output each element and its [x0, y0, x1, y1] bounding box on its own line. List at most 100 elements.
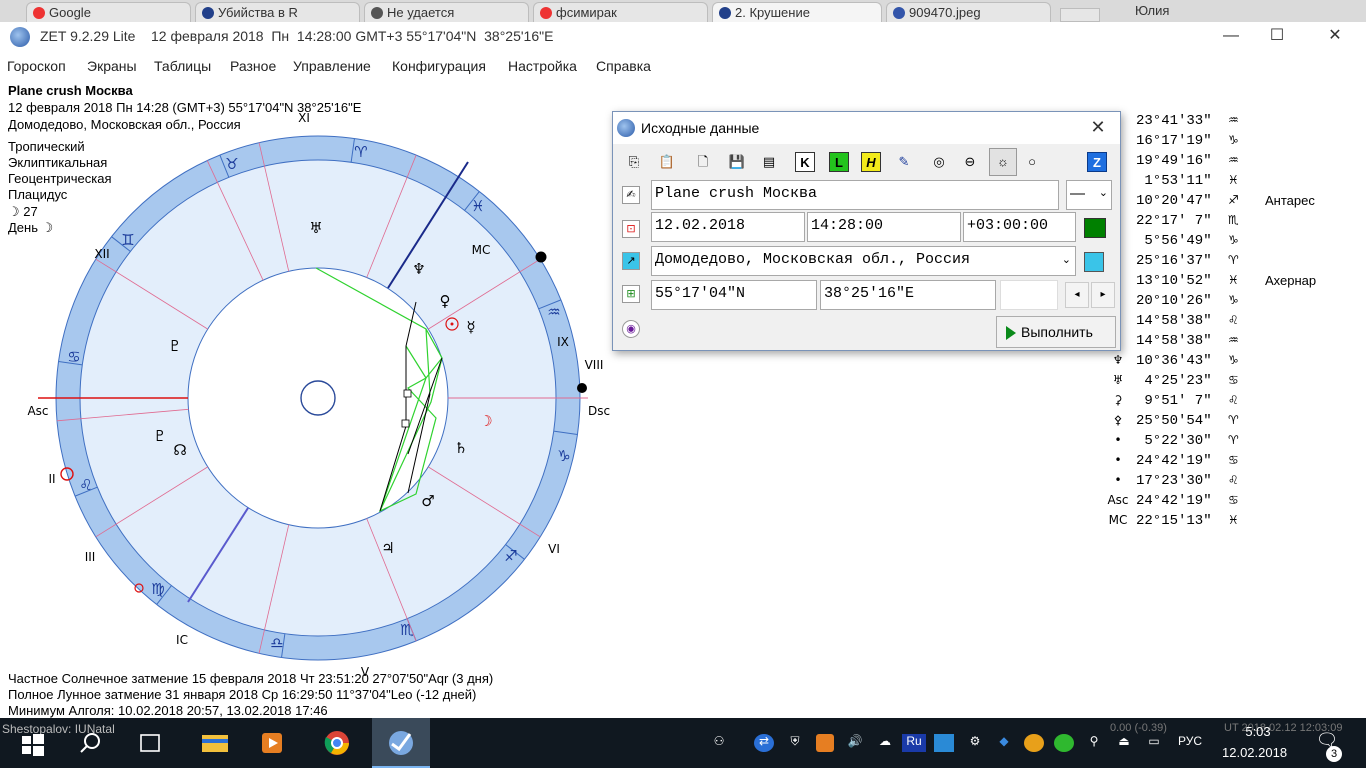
place-select[interactable]: Домодедово, Московская обл., Россия ⌄: [651, 246, 1076, 276]
app-tray-icon[interactable]: [934, 734, 954, 752]
dialog-close-button[interactable]: ✕: [1083, 116, 1113, 140]
maximize-button[interactable]: ☐: [1254, 22, 1300, 52]
planet-sign-icon: ♑: [1228, 293, 1239, 307]
planet-position: 9°51' 7": [1136, 393, 1212, 409]
next-arrow-icon[interactable]: ▸: [1091, 282, 1115, 308]
menu-misc[interactable]: Разное: [230, 58, 276, 74]
tab-favicon-icon: [719, 7, 731, 19]
sun-dot: [450, 322, 454, 326]
browser-tab[interactable]: 2. Крушение: [712, 2, 882, 22]
menu-screens[interactable]: Экраны: [87, 58, 137, 74]
volume-icon[interactable]: 🔊: [845, 734, 865, 752]
time-input[interactable]: 14:28:00: [807, 212, 961, 242]
h-button[interactable]: H: [861, 152, 881, 172]
planet-symbol: ⚴: [1113, 413, 1123, 427]
menu-configuration[interactable]: Конфигурация: [392, 58, 486, 74]
planet-symbol: ♅: [1112, 373, 1124, 387]
ime-indicator[interactable]: Ru: [902, 734, 926, 752]
save-icon[interactable]: 💾: [727, 152, 747, 172]
usb-icon[interactable]: ⏏: [1114, 734, 1134, 752]
k-button[interactable]: K: [795, 152, 815, 172]
browser-tab[interactable]: Не удается: [364, 2, 529, 22]
clock-date[interactable]: 12.02.2018: [1222, 745, 1287, 760]
network-icon[interactable]: ▭: [1144, 734, 1164, 752]
pen-icon[interactable]: ✎: [894, 152, 914, 172]
prev-arrow-icon[interactable]: ◂: [1065, 282, 1089, 308]
source-data-dialog[interactable]: Исходные данные ✕ ⎘ 📋 🗋 💾 ▤ K L H ✎ ◎ ⊖ …: [612, 111, 1121, 351]
clock-time[interactable]: 5:03: [1228, 724, 1288, 739]
planet-position: 16°17'19": [1136, 133, 1212, 149]
latitude-input[interactable]: 55°17'04"N: [651, 280, 817, 310]
timezone-input[interactable]: +03:00:00: [963, 212, 1076, 242]
planet-position: 10°20'47": [1136, 193, 1212, 209]
planet-sign-icon: ♋: [1228, 373, 1239, 387]
place-icon[interactable]: ↗: [622, 252, 640, 270]
file-explorer-icon[interactable]: [190, 718, 238, 768]
download-tray-icon[interactable]: [1054, 734, 1074, 752]
menu-horoscope[interactable]: Гороскоп: [7, 58, 66, 74]
extra-input[interactable]: [1000, 280, 1058, 310]
sun-mode-icon[interactable]: ☼: [989, 148, 1017, 176]
browser-tab[interactable]: Google: [26, 2, 191, 22]
copy-icon[interactable]: ⎘: [624, 152, 644, 172]
dropbox-icon[interactable]: ◆: [994, 734, 1014, 752]
chevron-down-icon: ⌄: [1098, 187, 1108, 199]
menu-tables[interactable]: Таблицы: [154, 58, 211, 74]
browser-tab[interactable]: 909470.jpeg: [886, 2, 1051, 22]
calendar-icon[interactable]: ▤: [759, 152, 779, 172]
status-tray-icon[interactable]: [1024, 734, 1044, 752]
java-icon[interactable]: [816, 734, 834, 752]
media-player-icon[interactable]: [248, 718, 296, 768]
planet-symbol: ⚳: [1113, 393, 1123, 407]
map-icon[interactable]: [1084, 252, 1104, 272]
minimize-button[interactable]: —: [1208, 22, 1254, 52]
language-indicator[interactable]: РУС: [1172, 734, 1208, 752]
circle-icon[interactable]: ○: [1022, 152, 1042, 172]
coords-icon[interactable]: ⊞: [622, 285, 640, 303]
planet-table-row: 16°17'19" ♑: [1100, 133, 1240, 153]
search-icon[interactable]: [66, 718, 114, 768]
datetime-icon[interactable]: ⊡: [622, 220, 640, 238]
l-button[interactable]: L: [829, 152, 849, 172]
settings-tray-icon[interactable]: ⚙: [965, 734, 985, 752]
shield-icon[interactable]: ⛨: [786, 734, 804, 752]
browser-tab[interactable]: Убийства в R: [195, 2, 360, 22]
name-edit-icon[interactable]: ✍: [622, 186, 640, 204]
satellite-icon[interactable]: ⚲: [1084, 734, 1104, 752]
run-button[interactable]: Выполнить: [996, 316, 1116, 348]
planet-sign-icon: ♏: [1228, 213, 1239, 227]
spiral-icon[interactable]: ◎: [929, 152, 949, 172]
type-select[interactable]: — ⌄: [1066, 180, 1112, 210]
new-tab-button[interactable]: [1060, 8, 1100, 22]
task-view-icon[interactable]: [126, 718, 174, 768]
new-doc-icon[interactable]: 🗋: [693, 152, 713, 172]
zet-taskbar-button[interactable]: [372, 718, 430, 768]
date-input[interactable]: 12.02.2018: [651, 212, 805, 242]
z-button[interactable]: Z: [1087, 152, 1107, 172]
cloud-icon[interactable]: ☁: [874, 734, 896, 752]
planet-position: 17°23'30": [1136, 473, 1212, 489]
algol-line: Минимум Алголя: 10.02.2018 20:57, 13.02.…: [8, 703, 328, 718]
node-icon: ☊: [173, 441, 186, 459]
app-titlebar: ZET 9.2.29 Lite 12 февраля 2018 Пн 14:28…: [0, 22, 1366, 54]
horoscope-wheel[interactable]: XI MC IX VIII Dsc VI V IC III II Asc XII…: [0, 80, 620, 680]
name-input[interactable]: Plane crush Москва: [651, 180, 1059, 210]
strikethrough-icon[interactable]: ⊖: [960, 152, 980, 172]
browser-profile[interactable]: Юлия: [1135, 3, 1169, 18]
atlas-icon[interactable]: ◉: [622, 320, 640, 338]
menu-help[interactable]: Справка: [596, 58, 651, 74]
menu-settings[interactable]: Настройка: [508, 58, 577, 74]
close-button[interactable]: ✕: [1312, 22, 1358, 52]
planet-position: 19°49'16": [1136, 153, 1212, 169]
teamviewer-icon[interactable]: ⇄: [754, 734, 774, 752]
people-icon[interactable]: ⚇: [708, 734, 730, 752]
timezone-color-indicator[interactable]: [1084, 218, 1106, 238]
paste-icon[interactable]: 📋: [657, 152, 677, 172]
planet-sign-icon: ♋: [1228, 493, 1239, 507]
browser-tab[interactable]: фсимирак: [533, 2, 708, 22]
chrome-icon[interactable]: [313, 718, 361, 768]
planet-table-row: ♅ 4°25'23" ♋: [1100, 373, 1240, 393]
start-button[interactable]: [8, 718, 56, 768]
longitude-input[interactable]: 38°25'16"E: [820, 280, 996, 310]
menu-control[interactable]: Управление: [293, 58, 371, 74]
